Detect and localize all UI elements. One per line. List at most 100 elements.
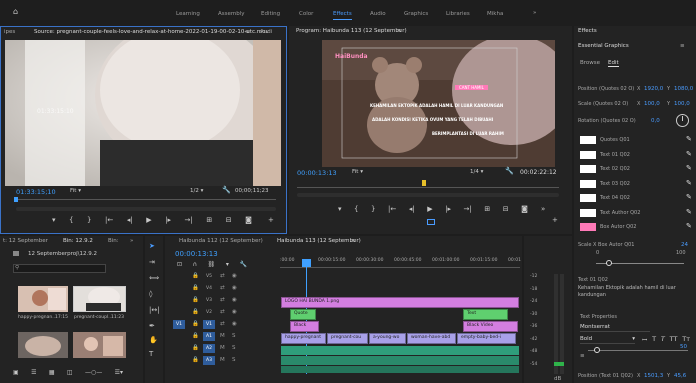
program-wrench-icon[interactable]: 🔧 (505, 167, 514, 175)
rotation-dial[interactable] (676, 114, 689, 127)
more-workspaces-button[interactable]: » (533, 10, 536, 16)
vr-icon[interactable] (427, 219, 435, 225)
tab-bin[interactable]: Bin: (108, 238, 119, 249)
eyedropper-icon[interactable]: ✎ (686, 208, 692, 216)
clip-black-1[interactable]: Black (290, 321, 319, 332)
position-text-x[interactable]: 1501,3 (644, 373, 663, 379)
lock-icon[interactable]: ▣ (13, 369, 19, 376)
program-playhead[interactable] (422, 180, 426, 186)
tab-mikha[interactable]: Mikha (487, 11, 503, 17)
source-scrubber[interactable] (16, 199, 276, 200)
lock-toggle-icon[interactable]: 🔒 (192, 333, 199, 339)
lift-icon[interactable]: ⊞ (484, 205, 490, 213)
clip-audio-1[interactable] (281, 346, 519, 355)
overwrite-icon[interactable]: ⊟ (226, 216, 232, 224)
source-title[interactable]: Source: pregnant-couple-feels-love-and-r… (34, 29, 269, 40)
thumb-4[interactable] (73, 332, 126, 358)
clip-quote[interactable]: Quote (290, 309, 316, 320)
layer-row[interactable]: Quotes Q01 ✎ (578, 134, 694, 146)
timeline-timecode[interactable]: 00:00:13:13 (175, 250, 218, 258)
clip-v1[interactable]: pregnant-cou (327, 333, 368, 344)
program-zoom-bar[interactable] (297, 193, 559, 197)
add-button-icon[interactable]: + (268, 216, 274, 224)
layer-swatch[interactable] (580, 179, 596, 188)
source-menu-icon[interactable]: ≡ (245, 29, 250, 40)
marker-icon[interactable]: ▾ (52, 216, 56, 224)
lock-toggle-icon[interactable]: 🔒 (192, 273, 199, 279)
list-view-icon[interactable]: ☰ (31, 369, 36, 376)
eyedropper-icon[interactable]: ✎ (686, 164, 692, 172)
tab-project[interactable]: t: 12 September (3, 238, 48, 249)
tab-sequence-112[interactable]: Haibunda 112 (12 September) (179, 238, 263, 249)
snap-icon[interactable]: ∩ (193, 261, 197, 268)
source-zoom-bar[interactable] (16, 207, 276, 211)
clip-v1[interactable]: woman-have-abd (407, 333, 456, 344)
tab-audio[interactable]: Audi (260, 29, 272, 40)
mark-in-icon[interactable]: { (69, 216, 73, 224)
tab-color[interactable]: Color (299, 11, 313, 17)
effects-tab[interactable]: Effects (578, 28, 597, 39)
layer-row[interactable]: Text 03 Q02 ✎ (578, 178, 694, 190)
thumb-1[interactable] (18, 286, 68, 312)
lock-toggle-icon[interactable]: 🔒 (192, 321, 199, 327)
program-goto-in-icon[interactable]: |← (388, 205, 396, 213)
layer-row[interactable]: Box Autor Q02 ✎ (578, 221, 694, 233)
slip-tool-icon[interactable]: |↔| (149, 306, 160, 314)
program-add-icon[interactable]: + (552, 216, 558, 224)
lock-toggle-icon[interactable]: 🔒 (192, 285, 199, 291)
layer-swatch[interactable] (580, 136, 596, 144)
zoom-slider-icon[interactable]: —○— (85, 369, 102, 376)
tab-editing[interactable]: Editing (261, 11, 280, 17)
layer-row[interactable]: Text Author Q02 ✎ (578, 207, 694, 219)
track-select-icon[interactable]: ⇥ (149, 258, 155, 266)
thumb-2[interactable] (73, 286, 126, 312)
font-size-slider[interactable] (588, 350, 688, 351)
type-tool-icon[interactable]: T (149, 350, 153, 358)
goto-out-icon[interactable]: →| (185, 216, 193, 224)
sync-icon[interactable]: M (220, 357, 225, 363)
tab-assembly[interactable]: Assembly (218, 11, 245, 17)
layer-swatch[interactable] (580, 223, 596, 231)
program-res-select[interactable]: 1/4 ▾ (470, 169, 483, 175)
track-label[interactable]: V3 (203, 296, 215, 305)
eye-icon[interactable]: ◉ (232, 321, 237, 327)
eg-menu-icon[interactable]: ≡ (680, 43, 685, 49)
scale-x-box-value[interactable]: 24 (681, 242, 688, 248)
font-size-thumb[interactable] (594, 347, 600, 353)
sync-icon[interactable]: ⇄ (220, 321, 225, 327)
clip-v1[interactable]: happy-pregnant (281, 333, 326, 344)
eyedropper-icon[interactable]: ✎ (686, 150, 692, 158)
project-search-input[interactable] (13, 264, 106, 273)
rotation-value[interactable]: 0,0 (651, 118, 660, 124)
track-label[interactable]: V4 (203, 284, 215, 293)
eye-icon[interactable]: S (232, 345, 236, 351)
hand-tool-icon[interactable]: ✋ (149, 336, 158, 344)
program-camera-icon[interactable]: ◙ (521, 205, 528, 213)
small-caps-icon[interactable]: Tᴛ (682, 335, 690, 344)
clip-logo[interactable]: LOGO HAI BUNDA 1.png (281, 297, 519, 308)
source-patch[interactable]: V1 (173, 320, 185, 329)
timeline-menu-icon[interactable]: ≡ (351, 238, 356, 249)
insert-icon[interactable]: ⊞ (206, 216, 212, 224)
sort-icon[interactable]: ☰▾ (115, 369, 123, 376)
linked-icon[interactable]: ⛓ (208, 261, 216, 268)
lock-toggle-icon[interactable]: 🔒 (192, 309, 199, 315)
tab-edit[interactable]: Edit (608, 60, 619, 67)
ripple-edit-icon[interactable]: ⟺ (149, 274, 159, 282)
lock-toggle-icon[interactable]: 🔒 (192, 357, 199, 363)
track-label[interactable]: V5 (203, 272, 215, 281)
layer-swatch[interactable] (580, 165, 596, 173)
sync-icon[interactable]: ⇄ (220, 273, 225, 279)
track-label[interactable]: V1 (203, 320, 215, 329)
tab-effects[interactable]: Effects (333, 11, 352, 20)
layer-swatch[interactable] (580, 208, 596, 217)
sync-icon[interactable]: ⇄ (220, 285, 225, 291)
tab-sequence-113[interactable]: Haibunda 113 (12 September) (277, 238, 361, 249)
program-mark-in-icon[interactable]: { (354, 205, 358, 213)
wrench-icon[interactable]: 🔧 (222, 186, 231, 194)
step-back-icon[interactable]: ◂| (127, 216, 133, 224)
program-title[interactable]: Program: Haibunda 113 (12 September) (296, 28, 407, 39)
position-text-y[interactable]: 45,6 (674, 373, 686, 379)
scale-x-slider-thumb[interactable] (606, 260, 612, 266)
eye-icon[interactable]: ◉ (232, 273, 237, 279)
